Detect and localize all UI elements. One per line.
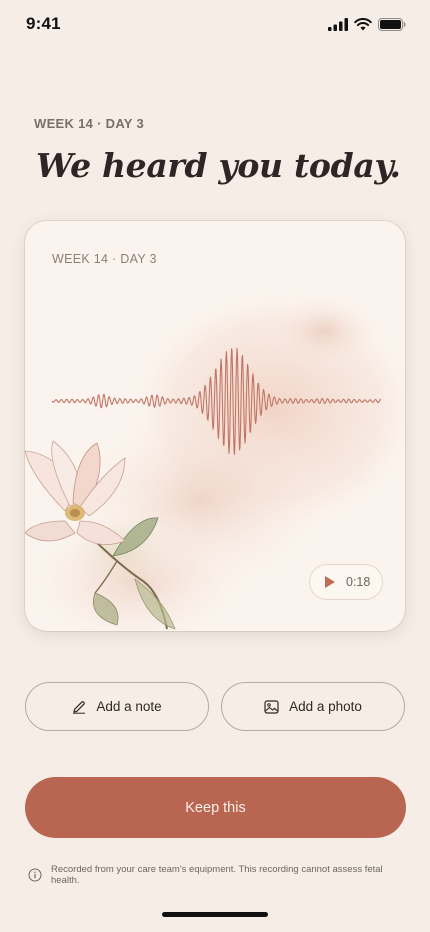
recording-duration: 0:18 xyxy=(346,575,371,589)
add-photo-button[interactable]: Add a photo xyxy=(221,682,405,731)
disclaimer-text: Recorded from your care team's equipment… xyxy=(51,864,383,886)
keep-this-button[interactable]: Keep this xyxy=(25,777,406,838)
status-icons xyxy=(328,17,406,31)
add-note-label: Add a note xyxy=(96,699,162,714)
keep-this-label: Keep this xyxy=(185,799,246,816)
page-title: We heard you today. xyxy=(36,146,401,185)
play-icon xyxy=(325,576,335,588)
cellular-signal-icon xyxy=(328,17,348,31)
play-button[interactable]: 0:18 xyxy=(309,564,383,600)
add-note-button[interactable]: Add a note xyxy=(25,682,209,731)
wifi-icon xyxy=(354,17,372,30)
add-photo-label: Add a photo xyxy=(289,699,362,714)
home-indicator xyxy=(162,912,268,917)
info-icon xyxy=(28,868,42,882)
status-time: 9:41 xyxy=(26,14,61,33)
image-icon xyxy=(264,699,279,714)
pencil-icon xyxy=(73,700,86,714)
week-day-label: WEEK 14 · DAY 3 xyxy=(34,116,144,131)
recording-card: WEEK 14 · DAY 3 0:18 xyxy=(25,221,405,631)
disclaimer: Recorded from your care team's equipment… xyxy=(28,864,408,886)
battery-icon xyxy=(378,17,406,31)
status-bar: 9:41 xyxy=(0,0,430,48)
